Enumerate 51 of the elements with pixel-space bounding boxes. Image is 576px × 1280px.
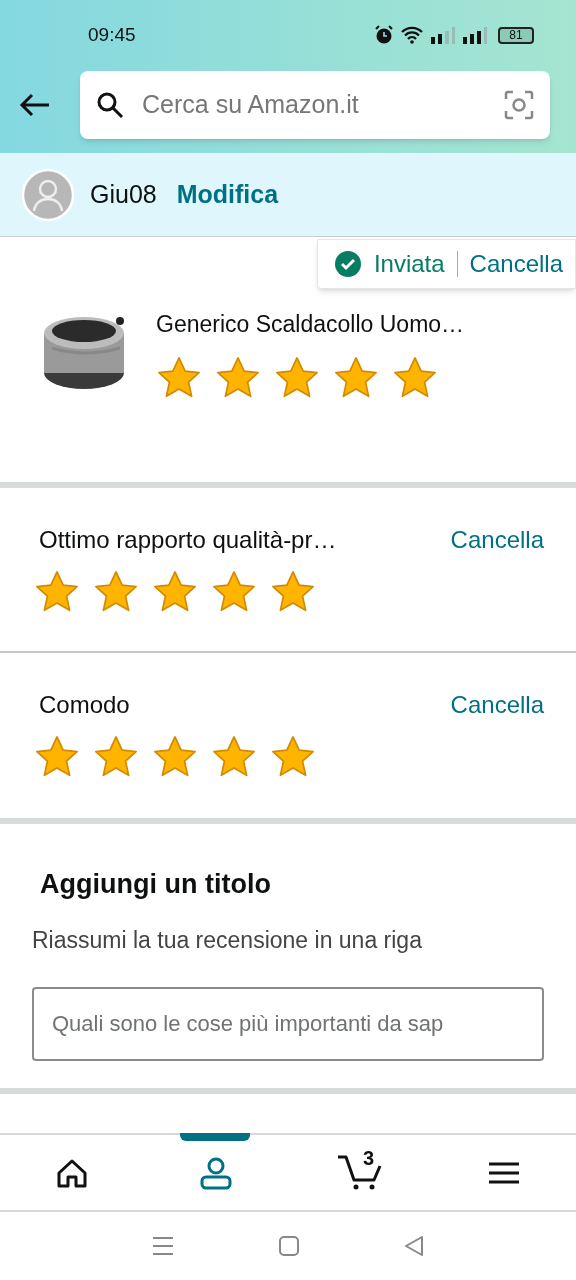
star-icon (333, 355, 379, 400)
search-field[interactable]: Cerca su Amazon.it (80, 71, 550, 139)
star-icon (211, 570, 257, 614)
star-icon (156, 355, 202, 400)
search-icon (96, 91, 124, 119)
avatar-icon (22, 168, 74, 221)
cart-icon (337, 1153, 383, 1192)
status-label: Inviata (373, 249, 445, 279)
alarm-icon (374, 25, 394, 45)
signal-icon (430, 26, 456, 44)
cancel-link[interactable]: Cancella (469, 246, 563, 282)
star-icon (270, 570, 316, 614)
profile-name: Giu08 (90, 178, 157, 210)
cancel-link[interactable]: Cancella (450, 687, 544, 723)
home-button-icon[interactable] (279, 1236, 299, 1256)
star-icon (34, 735, 80, 779)
edit-link[interactable]: Modifica (176, 175, 279, 214)
signal-icon (462, 26, 488, 44)
menu-icon (488, 1160, 520, 1185)
person-icon (199, 1155, 233, 1190)
section-heading: Aggiungi un titolo (39, 868, 272, 901)
star-rating[interactable] (156, 355, 438, 400)
star-icon (93, 735, 139, 779)
rating-label: Ottimo rapporto qualità-pr… (39, 525, 337, 555)
camera-icon (504, 90, 534, 120)
recents-icon[interactable] (152, 1236, 175, 1256)
nav-tab[interactable]: 3 (288, 1135, 432, 1210)
star-icon (152, 735, 198, 779)
check-icon (333, 250, 362, 278)
star-icon (152, 570, 198, 614)
star-icon (274, 355, 320, 400)
status-time: 09:45 (88, 22, 136, 47)
star-icon (211, 735, 257, 779)
star-icon (270, 735, 316, 779)
star-icon (93, 570, 139, 614)
star-icon (215, 355, 261, 400)
cart-count: 3 (363, 1147, 375, 1168)
star-rating[interactable] (34, 570, 316, 614)
star-rating[interactable] (34, 735, 316, 779)
product-title: Generico Scaldacollo Uomo… (156, 310, 465, 339)
cancel-link[interactable]: Cancella (450, 522, 544, 558)
title-input[interactable]: Quali sono le cose più importanti da sap (32, 987, 544, 1061)
back-icon[interactable] (403, 1235, 424, 1257)
home-icon (56, 1157, 88, 1188)
search-input[interactable]: Cerca su Amazon.it (142, 86, 486, 124)
battery-indicator: 81 (498, 26, 534, 44)
wifi-icon (400, 25, 424, 45)
rating-label: Comodo (39, 690, 130, 720)
star-icon (34, 570, 80, 614)
section-hint: Riassumi la tua recensione in una riga (32, 925, 423, 955)
star-icon (392, 355, 438, 400)
